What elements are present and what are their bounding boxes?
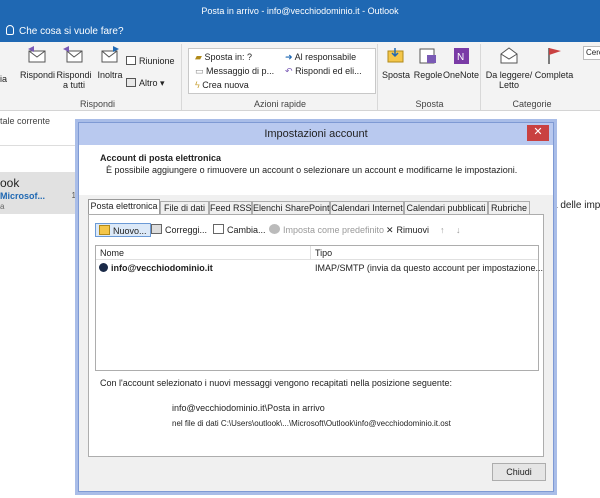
rules-icon xyxy=(419,48,436,64)
reply-icon xyxy=(28,46,46,63)
repair-button[interactable]: Correggi... xyxy=(151,223,207,237)
quick-step-move-to[interactable]: ▰ Sposta in: ? xyxy=(195,52,252,63)
account-name: info@vecchiodominio.it xyxy=(111,263,213,273)
new-account-button[interactable]: Nuovo... xyxy=(95,223,151,237)
flag-icon xyxy=(548,48,561,64)
more-icon xyxy=(126,78,136,87)
ribbon: ia Rispondi Rispondi a tutti Inoltra Riu… xyxy=(0,42,600,111)
move-folder-icon xyxy=(387,48,404,63)
meeting-button[interactable]: Riunione xyxy=(126,56,175,66)
reply-all-button[interactable]: Rispondi a tutti xyxy=(54,46,94,90)
ribbon-group-move: Sposta Regole N OneNote Sposta xyxy=(379,44,481,110)
tab-email[interactable]: Posta elettronica xyxy=(88,199,160,215)
dialog-description: È possibile aggiungere o rimuovere un ac… xyxy=(106,165,518,175)
column-type[interactable]: Tipo xyxy=(315,248,332,258)
account-type: IMAP/SMTP (invia da questo account per i… xyxy=(315,263,543,273)
search-box[interactable]: Cerc xyxy=(583,46,600,60)
account-folder-sub2: a xyxy=(0,202,5,211)
envelope-open-icon xyxy=(500,47,518,64)
quick-step-to-manager[interactable]: ➜ Al responsabile xyxy=(285,52,356,63)
dialog-close-button[interactable]: ✕ xyxy=(527,125,549,141)
chevron-down-icon: ▾ xyxy=(160,78,165,88)
onenote-icon: N xyxy=(454,48,469,64)
email-tab-panel: Nuovo... Correggi... Cambia... Imposta c… xyxy=(88,214,544,457)
account-settings-dialog: Impostazioni account ✕ Account di posta … xyxy=(78,122,554,492)
unread-count: 1 xyxy=(71,191,76,200)
tell-me-box[interactable]: Che cosa si vuole fare? xyxy=(0,22,600,42)
dialog-heading: Account di posta elettronica xyxy=(100,153,222,163)
mail-icon: ▭ xyxy=(195,66,204,76)
account-folder-title: ook xyxy=(0,176,20,190)
delivery-folder: info@vecchiodominio.it\Posta in arrivo xyxy=(172,403,325,413)
quick-step-reply-delete[interactable]: ↶ Rispondi ed eli... xyxy=(285,66,362,77)
group-label-respond: Rispondi xyxy=(79,99,116,109)
calendar-icon xyxy=(126,56,136,65)
quick-step-team-email[interactable]: ▭ Messaggio di p... xyxy=(195,66,274,77)
change-button[interactable]: Cambia... xyxy=(213,223,266,237)
rules-button[interactable]: Regole xyxy=(413,46,443,80)
tab-sharepoint-lists[interactable]: Elenchi SharePoint xyxy=(252,201,330,214)
reading-pane-text: a delle imp xyxy=(552,200,600,211)
group-label-quick-steps: Azioni rapide xyxy=(253,99,307,109)
quick-step-create-new[interactable]: ϟ Crea nuova xyxy=(195,80,249,90)
new-mail-icon xyxy=(99,225,110,235)
quick-steps-gallery: ▰ Sposta in: ? ▭ Messaggio di p... ϟ Cre… xyxy=(188,48,376,94)
folder-divider xyxy=(0,145,78,146)
tell-me-placeholder: Che cosa si vuole fare? xyxy=(19,26,124,37)
forward-icon xyxy=(101,46,119,63)
reply-delete-icon: ↶ xyxy=(285,66,293,76)
group-label-tags: Categorie xyxy=(512,99,552,109)
ribbon-group-quick-steps: ▰ Sposta in: ? ▭ Messaggio di p... ϟ Cre… xyxy=(183,44,378,110)
account-folder-item[interactable]: ook Microsof... a 1 xyxy=(0,172,78,214)
onenote-button[interactable]: N OneNote xyxy=(443,46,479,80)
ribbon-cut-label: ia xyxy=(0,74,8,84)
ribbon-group-respond: Rispondi Rispondi a tutti Inoltra Riunio… xyxy=(14,44,182,110)
account-folder-sub: Microsof... xyxy=(0,191,46,201)
ribbon-group-tags: Da leggere/ Letto Completa Categorie xyxy=(482,44,582,110)
forward-button[interactable]: Inoltra xyxy=(94,46,126,80)
tab-data-files[interactable]: File di dati xyxy=(160,201,209,214)
move-up-button[interactable]: ↑ xyxy=(440,223,445,237)
default-account-check-icon xyxy=(99,263,108,272)
arrow-right-icon: ➜ xyxy=(285,52,293,62)
accounts-list[interactable]: Nome Tipo info@vecchiodominio.it IMAP/SM… xyxy=(95,245,543,371)
complete-button[interactable]: Completa xyxy=(534,46,574,80)
reply-all-icon xyxy=(63,46,83,63)
tab-internet-calendars[interactable]: Calendari Internet xyxy=(330,201,404,214)
delivery-data-file: nel file di dati C:\Users\outlook\...\Mi… xyxy=(172,419,451,428)
delivery-description: Con l'account selezionato i nuovi messag… xyxy=(100,378,452,388)
dialog-header: Account di posta elettronica È possibile… xyxy=(79,145,553,195)
set-default-button[interactable]: Imposta come predefinito xyxy=(269,223,384,237)
accounts-list-header: Nome Tipo xyxy=(96,246,538,260)
folder-icon: ▰ xyxy=(195,52,202,62)
folder-pane xyxy=(0,112,78,498)
tab-rss-feeds[interactable]: Feed RSS xyxy=(209,201,252,214)
account-row[interactable]: info@vecchiodominio.it IMAP/SMTP (invia … xyxy=(96,261,543,275)
more-button[interactable]: Altro ▾ xyxy=(126,78,165,89)
close-button[interactable]: Chiudi xyxy=(492,463,546,481)
column-separator xyxy=(310,246,311,259)
tab-published-calendars[interactable]: Calendari pubblicati xyxy=(404,201,488,214)
window-title: Posta in arrivo - info@vecchiodominio.it… xyxy=(0,0,600,22)
check-circle-icon xyxy=(269,224,280,234)
dialog-title: Impostazioni account xyxy=(79,123,553,145)
wrench-icon xyxy=(151,224,162,234)
tab-address-books[interactable]: Rubriche xyxy=(488,201,530,214)
move-button[interactable]: Sposta xyxy=(381,46,411,80)
remove-button[interactable]: ✕ Rimuovi xyxy=(386,223,429,237)
reply-button[interactable]: Rispondi xyxy=(20,46,55,80)
lightbulb-icon xyxy=(6,25,14,35)
group-label-move: Sposta xyxy=(415,99,444,109)
edit-icon xyxy=(213,224,224,234)
svg-text:N: N xyxy=(457,52,464,63)
column-name[interactable]: Nome xyxy=(100,248,124,258)
unread-read-button[interactable]: Da leggere/ Letto xyxy=(484,46,534,90)
x-icon: ✕ xyxy=(386,225,394,235)
move-down-button[interactable]: ↓ xyxy=(456,223,461,237)
bolt-icon: ϟ xyxy=(195,80,200,90)
mailbox-scope[interactable]: tale corrente xyxy=(0,116,50,126)
